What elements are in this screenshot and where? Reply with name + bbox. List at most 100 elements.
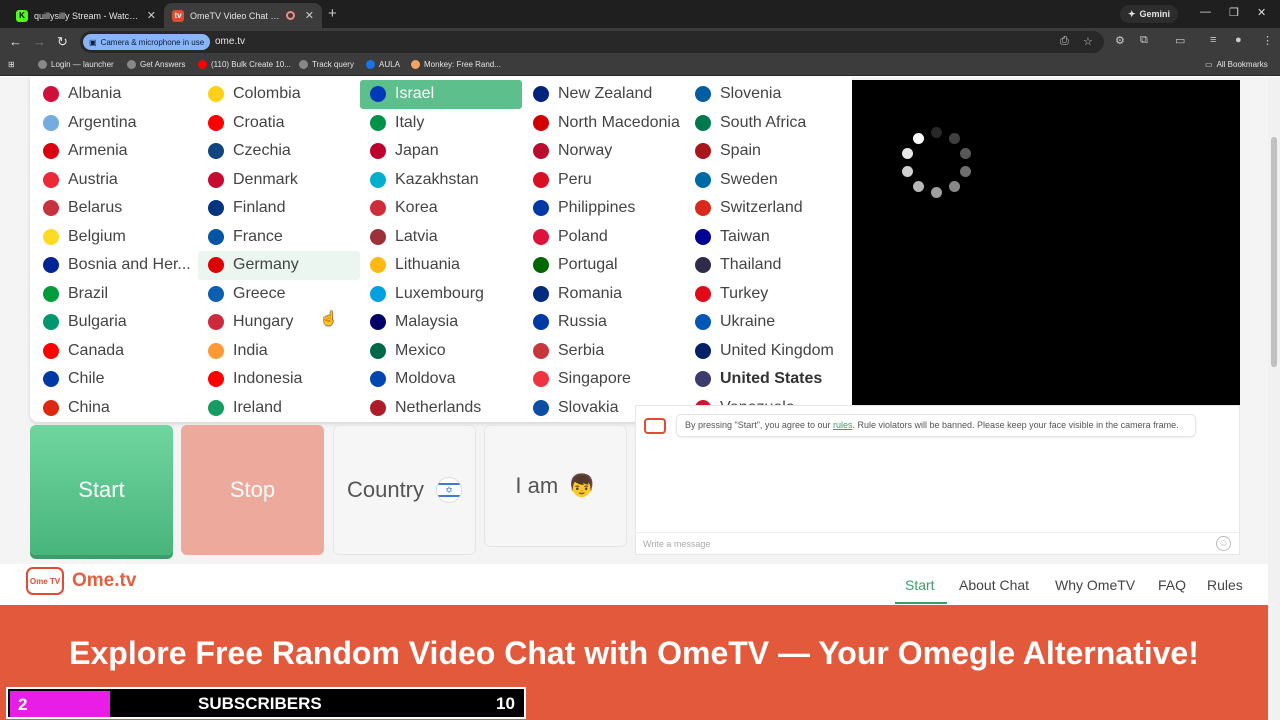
country-option[interactable]: Lithuania bbox=[360, 251, 522, 280]
country-option[interactable]: Bosnia and Her... bbox=[33, 251, 195, 280]
country-option[interactable]: Slovenia bbox=[685, 80, 847, 109]
country-option[interactable]: Netherlands bbox=[360, 394, 522, 423]
country-option[interactable]: Belarus bbox=[33, 194, 195, 223]
country-option[interactable]: Ireland bbox=[198, 394, 360, 423]
country-option[interactable]: Indonesia bbox=[198, 365, 360, 394]
country-option[interactable]: South Africa bbox=[685, 109, 847, 138]
country-option[interactable]: Brazil bbox=[33, 280, 195, 309]
restore-icon[interactable]: ❐ bbox=[1229, 6, 1239, 19]
rules-link[interactable]: rules bbox=[833, 420, 853, 430]
stop-button[interactable]: Stop bbox=[181, 425, 324, 555]
nav-start[interactable]: Start bbox=[905, 577, 935, 593]
country-option[interactable]: Russia bbox=[523, 308, 685, 337]
country-option[interactable]: Portugal bbox=[523, 251, 685, 280]
country-option[interactable]: Norway bbox=[523, 137, 685, 166]
country-option[interactable]: Germany bbox=[198, 251, 360, 280]
emoji-picker-icon[interactable]: ☺ bbox=[1216, 536, 1231, 551]
new-tab-button[interactable]: + bbox=[328, 5, 337, 22]
country-option[interactable]: Peru bbox=[523, 166, 685, 195]
country-option[interactable]: France bbox=[198, 223, 360, 252]
tab-close-icon[interactable]: ✕ bbox=[147, 9, 156, 22]
country-option[interactable]: India bbox=[198, 337, 360, 366]
ometv-logo[interactable]: Ome TV Ome.tv bbox=[26, 567, 136, 595]
bookmark-item[interactable]: Monkey: Free Rand... bbox=[411, 60, 501, 69]
bookmark-item[interactable]: Track query bbox=[299, 60, 354, 69]
country-option[interactable]: Japan bbox=[360, 137, 522, 166]
puzzle-extensions-icon[interactable]: ⧉ bbox=[1140, 34, 1148, 47]
profile-avatar-icon[interactable]: ● bbox=[1235, 34, 1242, 46]
country-option[interactable]: Moldova bbox=[360, 365, 522, 394]
nav-faq[interactable]: FAQ bbox=[1158, 577, 1186, 593]
apps-grid-icon[interactable]: ⊞ bbox=[8, 60, 15, 69]
country-option[interactable]: Singapore bbox=[523, 365, 685, 394]
country-option[interactable]: New Zealand bbox=[523, 80, 685, 109]
country-option[interactable]: Romania bbox=[523, 280, 685, 309]
tab-ometv[interactable]: tv OmeTV Video Chat — Ome ✕ bbox=[164, 3, 322, 28]
country-option[interactable]: Albania bbox=[33, 80, 195, 109]
country-option[interactable]: Armenia bbox=[33, 137, 195, 166]
country-option[interactable]: Canada bbox=[33, 337, 195, 366]
country-option[interactable]: Malaysia bbox=[360, 308, 522, 337]
back-arrow-icon[interactable]: ← bbox=[9, 34, 22, 49]
country-option[interactable]: Poland bbox=[523, 223, 685, 252]
country-option[interactable]: Bulgaria bbox=[33, 308, 195, 337]
gender-select-button[interactable]: I am 👦 bbox=[484, 425, 627, 547]
bookmark-item[interactable]: Login — launcher bbox=[38, 60, 114, 69]
install-app-icon[interactable]: ⎙ bbox=[1060, 35, 1069, 48]
extension-icon[interactable]: ⚙ bbox=[1115, 34, 1125, 47]
country-option[interactable]: Turkey bbox=[685, 280, 847, 309]
page-scrollbar[interactable] bbox=[1268, 77, 1280, 720]
bookmark-item[interactable]: Get Answers bbox=[127, 60, 185, 69]
country-option[interactable]: Argentina bbox=[33, 109, 195, 138]
country-option[interactable]: Sweden bbox=[685, 166, 847, 195]
country-option[interactable]: Taiwan bbox=[685, 223, 847, 252]
nav-rules[interactable]: Rules bbox=[1207, 577, 1243, 593]
country-option[interactable]: China bbox=[33, 394, 195, 423]
nav-why-ometv[interactable]: Why OmeTV bbox=[1055, 577, 1135, 593]
country-option[interactable]: North Macedonia bbox=[523, 109, 685, 138]
country-option[interactable]: United Kingdom bbox=[685, 337, 847, 366]
country-option[interactable]: Greece bbox=[198, 280, 360, 309]
country-option[interactable]: Ukraine bbox=[685, 308, 847, 337]
country-option[interactable]: Israel bbox=[360, 80, 522, 109]
camera-permission-chip[interactable]: ▣ Camera & microphone in use bbox=[83, 34, 211, 50]
window-close-icon[interactable]: ✕ bbox=[1257, 6, 1266, 19]
country-option[interactable]: Croatia bbox=[198, 109, 360, 138]
country-option[interactable]: Italy bbox=[360, 109, 522, 138]
start-button[interactable]: Start bbox=[30, 425, 173, 555]
nav-about-chat[interactable]: About Chat bbox=[959, 577, 1029, 593]
all-bookmarks-folder[interactable]: ▭ All Bookmarks bbox=[1205, 60, 1268, 69]
media-controls-icon[interactable]: ≡ bbox=[1210, 34, 1216, 46]
country-option[interactable]: Switzerland bbox=[685, 194, 847, 223]
scrollbar-thumb[interactable] bbox=[1271, 137, 1277, 367]
forward-arrow-icon[interactable]: → bbox=[33, 34, 46, 49]
side-panel-icon[interactable]: ▭ bbox=[1175, 34, 1185, 47]
country-option[interactable]: Austria bbox=[33, 166, 195, 195]
bookmark-star-icon[interactable]: ☆ bbox=[1083, 35, 1093, 48]
country-option[interactable]: United States bbox=[685, 365, 847, 394]
kebab-menu-icon[interactable]: ⋮ bbox=[1262, 34, 1273, 47]
country-option[interactable]: Denmark bbox=[198, 166, 360, 195]
reload-icon[interactable]: ↻ bbox=[57, 34, 68, 50]
country-option[interactable]: Kazakhstan bbox=[360, 166, 522, 195]
country-option[interactable]: Thailand bbox=[685, 251, 847, 280]
country-option[interactable]: Luxembourg bbox=[360, 280, 522, 309]
message-input[interactable]: Write a message ☺ bbox=[636, 532, 1239, 554]
country-option[interactable]: Colombia bbox=[198, 80, 360, 109]
address-bar[interactable]: ▣ Camera & microphone in use ome.tv ⎙ ☆ bbox=[80, 31, 1104, 53]
country-select-button[interactable]: Country ✡ bbox=[333, 425, 476, 555]
country-option[interactable]: Philippines bbox=[523, 194, 685, 223]
country-option[interactable]: Finland bbox=[198, 194, 360, 223]
country-option[interactable]: Latvia bbox=[360, 223, 522, 252]
country-option[interactable]: Czechia bbox=[198, 137, 360, 166]
minimize-icon[interactable]: — bbox=[1200, 6, 1211, 18]
country-option[interactable]: Chile bbox=[33, 365, 195, 394]
tab-close-icon[interactable]: ✕ bbox=[305, 9, 314, 22]
country-option[interactable]: Korea bbox=[360, 194, 522, 223]
bookmark-item[interactable]: (110) Bulk Create 10... bbox=[198, 60, 291, 69]
country-option[interactable]: Spain bbox=[685, 137, 847, 166]
country-option[interactable]: Mexico bbox=[360, 337, 522, 366]
gemini-button[interactable]: ✦ Gemini bbox=[1120, 5, 1179, 23]
tab-quillysilly-stream[interactable]: K quillysilly Stream - Watch Live o ✕ bbox=[8, 3, 164, 28]
bookmark-item[interactable]: AULA bbox=[366, 60, 400, 69]
